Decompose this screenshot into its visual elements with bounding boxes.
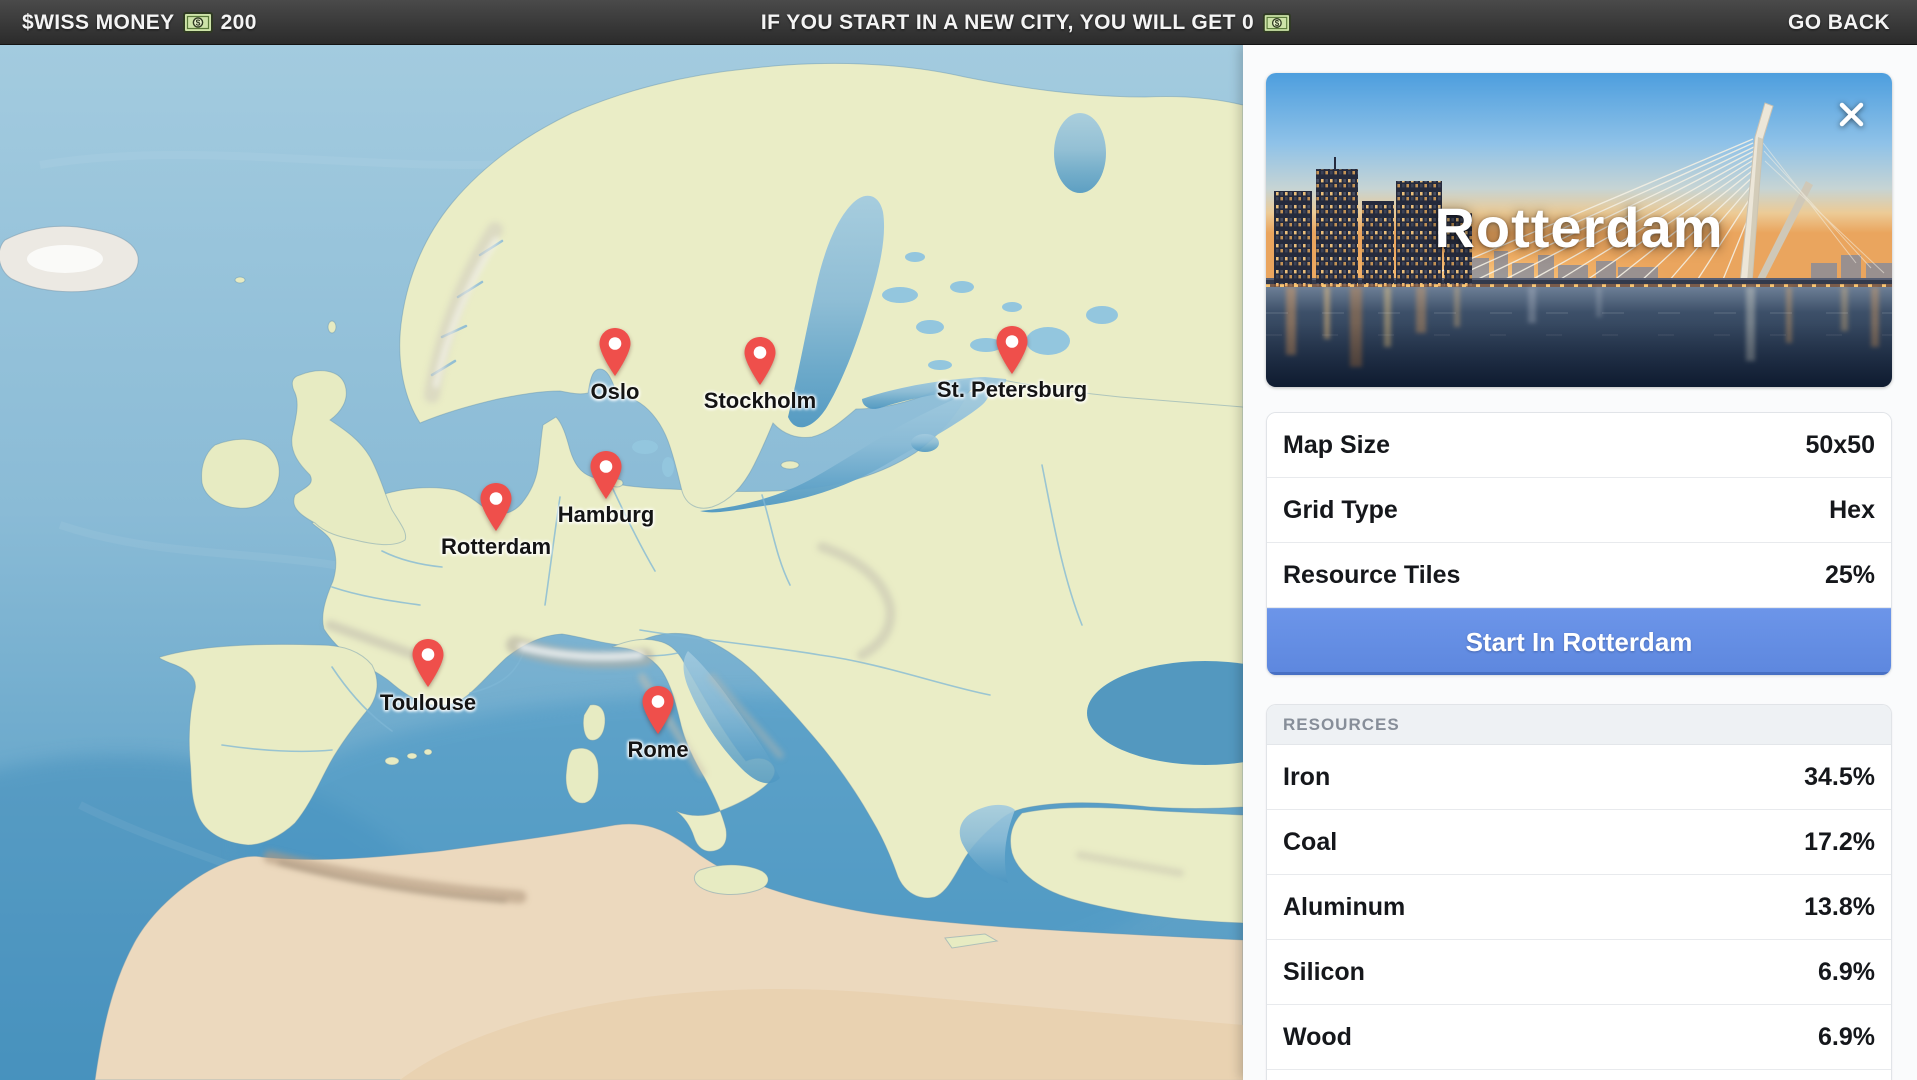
city-pin-label: St. Petersburg [937, 377, 1087, 403]
map-pin-icon [479, 482, 513, 532]
resource-label: Iron [1283, 763, 1330, 792]
go-back-button[interactable]: GO BACK [1788, 11, 1890, 35]
money-amount: 200 [221, 11, 257, 35]
resource-label: Aluminum [1283, 893, 1405, 922]
resource-row-wood: Wood 6.9% [1267, 1005, 1891, 1070]
map-stats-card: Map Size 50x50 Grid Type Hex Resource Ti… [1266, 412, 1892, 676]
stat-row-resource-tiles: Resource Tiles 25% [1267, 543, 1891, 608]
map-pin-icon [411, 638, 445, 688]
city-pin-st-petersburg[interactable]: St. Petersburg [995, 325, 1029, 375]
close-panel-button[interactable] [1830, 93, 1872, 135]
city-name-title: Rotterdam [1434, 195, 1723, 260]
city-pin-stockholm[interactable]: Stockholm [743, 336, 777, 386]
map-pin-icon [995, 325, 1029, 375]
resources-header: RESOURCES [1267, 705, 1891, 745]
map-pin-icon [589, 450, 623, 500]
resource-row-coal: Coal 17.2% [1267, 810, 1891, 875]
city-pin-rome[interactable]: Rome [641, 685, 675, 735]
resource-value: 17.2% [1804, 828, 1875, 857]
city-pin-label: Rome [627, 737, 688, 763]
stat-row-grid-type: Grid Type Hex [1267, 478, 1891, 543]
stat-label: Map Size [1283, 431, 1390, 460]
city-image-card: Rotterdam [1266, 73, 1892, 387]
map-pin-icon [743, 336, 777, 386]
city-pin-rotterdam[interactable]: Rotterdam [479, 482, 513, 532]
svg-text:$: $ [1275, 18, 1280, 27]
city-pin-label: Hamburg [558, 502, 655, 528]
svg-text:$: $ [195, 18, 200, 28]
resource-value: 13.8% [1804, 893, 1875, 922]
new-city-message-text: IF YOU START IN A NEW CITY, YOU WILL GET… [761, 11, 1254, 35]
resource-label: Silicon [1283, 958, 1365, 987]
money-icon: $ [1263, 13, 1291, 33]
stat-row-map-size: Map Size 50x50 [1267, 413, 1891, 478]
stat-label: Grid Type [1283, 496, 1398, 525]
stat-value: 50x50 [1805, 431, 1875, 460]
resource-value: 6.9% [1818, 1023, 1875, 1052]
city-pin-oslo[interactable]: Oslo [598, 327, 632, 377]
top-bar: $WISS MONEY $ 200 IF YOU START IN A NEW … [0, 0, 1917, 45]
new-city-message: IF YOU START IN A NEW CITY, YOU WILL GET… [761, 0, 1291, 45]
city-pin-label: Stockholm [704, 388, 816, 414]
resource-label: Coal [1283, 828, 1337, 857]
city-pin-label: Toulouse [380, 690, 476, 716]
resource-row-partial [1267, 1070, 1891, 1080]
city-pin-hamburg[interactable]: Hamburg [589, 450, 623, 500]
resources-card: RESOURCES Iron 34.5% Coal 17.2% Aluminum… [1266, 704, 1892, 1080]
resource-value: 34.5% [1804, 763, 1875, 792]
map-artwork [0, 45, 1243, 1080]
resource-row-iron: Iron 34.5% [1267, 745, 1891, 810]
resource-value: 6.9% [1818, 958, 1875, 987]
stat-value: 25% [1825, 561, 1875, 590]
city-pin-toulouse[interactable]: Toulouse [411, 638, 445, 688]
close-icon [1838, 101, 1865, 128]
money-icon: $ [183, 12, 213, 33]
city-pin-label: Oslo [591, 379, 640, 405]
map-pin-icon [641, 685, 675, 735]
money-label: $WISS MONEY [22, 11, 175, 35]
city-detail-panel: Rotterdam Map Size 50x50 Grid Type Hex R… [1243, 45, 1917, 1080]
resource-row-aluminum: Aluminum 13.8% [1267, 875, 1891, 940]
map-pin-icon [598, 327, 632, 377]
city-pin-label: Rotterdam [441, 534, 551, 560]
stat-label: Resource Tiles [1283, 561, 1460, 590]
stat-value: Hex [1829, 496, 1875, 525]
europe-map [0, 45, 1243, 1080]
money-display: $WISS MONEY $ 200 [22, 0, 257, 45]
game-screen: Oslo Stockholm St. Petersburg Hamburg Ro… [0, 0, 1917, 1080]
resource-row-silicon: Silicon 6.9% [1267, 940, 1891, 1005]
start-in-city-button[interactable]: Start In Rotterdam [1267, 608, 1891, 675]
resource-label: Wood [1283, 1023, 1352, 1052]
